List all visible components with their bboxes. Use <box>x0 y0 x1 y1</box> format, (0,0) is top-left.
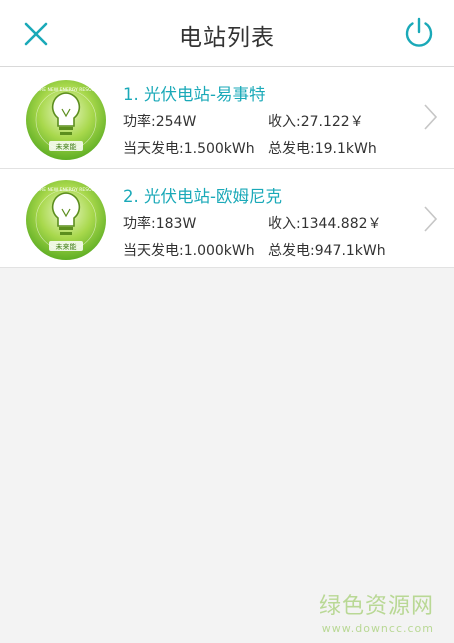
svg-text:未来能: 未来能 <box>56 242 77 251</box>
station-power: 功率:183W <box>123 216 197 232</box>
chevron-right-icon <box>424 104 438 130</box>
station-income: 收入:27.122￥ <box>268 114 364 130</box>
station-name: 2. 光伏电站-欧姆尼克 <box>123 187 282 206</box>
close-button[interactable] <box>18 16 54 52</box>
page-title: 电站列表 <box>179 25 275 51</box>
power-icon <box>405 17 433 47</box>
app-header: 电站列表 <box>0 0 454 67</box>
station-income: 收入:1344.882￥ <box>268 216 382 232</box>
station-name: 1. 光伏电站-易事特 <box>123 85 266 104</box>
watermark-url: www.downcc.com <box>321 622 434 635</box>
svg-text:FUTURE NEW ENERGY RESOURCE: FUTURE NEW ENERGY RESOURCE <box>28 187 104 193</box>
station-power: 功率:254W <box>123 114 197 130</box>
power-button[interactable] <box>400 14 438 52</box>
station-total-energy: 总发电:19.1kWh <box>268 141 377 157</box>
station-row[interactable]: 未来能 FUTURE NEW ENERGY RESOURCE 2. 光伏电站-欧… <box>0 169 454 268</box>
close-icon <box>24 22 48 46</box>
station-total-energy: 总发电:947.1kWh <box>268 243 386 259</box>
station-logo-icon: 未来能 FUTURE NEW ENERGY RESOURCE <box>26 180 106 260</box>
svg-text:FUTURE NEW ENERGY RESOURCE: FUTURE NEW ENERGY RESOURCE <box>28 87 104 93</box>
station-today-energy: 当天发电:1.000kWh <box>123 243 255 259</box>
svg-text:未来能: 未来能 <box>56 142 77 151</box>
chevron-right-icon <box>424 206 438 232</box>
station-logo-icon: 未来能 FUTURE NEW ENERGY RESOURCE <box>26 80 106 160</box>
watermark-title: 绿色资源网 <box>318 594 434 619</box>
station-row[interactable]: 未来能 FUTURE NEW ENERGY RESOURCE 1. 光伏电站-易… <box>0 67 454 169</box>
watermark: 绿色资源网 www.downcc.com <box>319 588 434 635</box>
station-today-energy: 当天发电:1.500kWh <box>123 141 255 157</box>
station-list: 未来能 FUTURE NEW ENERGY RESOURCE 1. 光伏电站-易… <box>0 67 454 268</box>
